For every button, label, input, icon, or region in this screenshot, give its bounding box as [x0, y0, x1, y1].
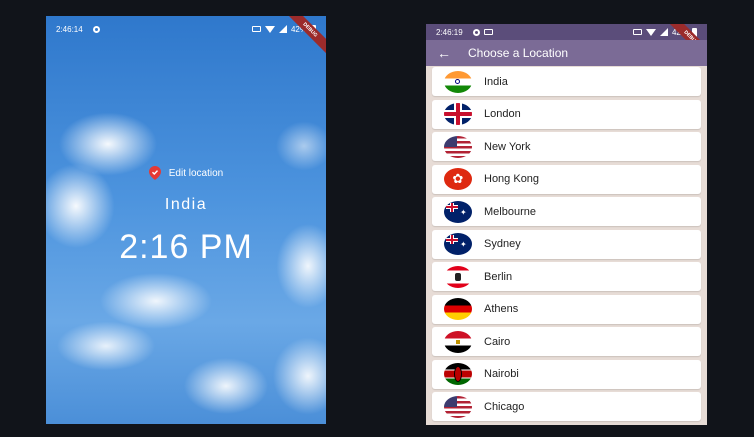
location-item-chicago[interactable]: Chicago [432, 392, 701, 421]
location-item-cairo[interactable]: Cairo [432, 327, 701, 356]
location-item-athens[interactable]: Athens [432, 294, 701, 324]
signal-icon [659, 28, 668, 36]
keyboard-icon [632, 29, 642, 35]
location-label: Melbourne [484, 205, 536, 218]
signal-icon [278, 25, 287, 33]
australia-flag-icon [444, 233, 472, 255]
arrow-back-icon: ← [437, 45, 451, 61]
us-flag-icon [444, 135, 472, 158]
hong-kong-flag-icon [444, 168, 472, 190]
status-bar: 2:46:19 42% [426, 24, 707, 40]
cast-icon [472, 28, 480, 36]
location-item-london[interactable]: London [432, 99, 701, 129]
edit-location-button[interactable]: Edit location [46, 166, 326, 180]
status-bar: 2:46:14 42% [46, 16, 326, 42]
location-item-hong-kong[interactable]: Hong Kong [432, 164, 701, 194]
status-time: 2:46:19 [436, 27, 463, 37]
berlin-flag-icon [444, 265, 472, 288]
location-label: Nairobi [484, 368, 519, 380]
home-screen: 2:46:14 42% DEBUG Edit location India 2:… [46, 16, 326, 424]
kenya-flag-icon [444, 363, 472, 385]
location-pin-icon [148, 166, 161, 180]
page-title: Choose a Location [468, 46, 569, 60]
location-item-berlin[interactable]: Berlin [432, 262, 701, 291]
location-label: New York [484, 140, 531, 153]
choose-location-screen: 2:46:19 42% DEBUG ← Choose a Location In… [426, 24, 707, 425]
location-label: Sydney [484, 238, 521, 250]
location-item-new-york[interactable]: New York [432, 132, 701, 161]
location-label: Athens [484, 303, 519, 315]
status-time: 2:46:14 [56, 24, 83, 34]
location-item-sydney[interactable]: Sydney [432, 229, 701, 259]
notification-icon [483, 29, 493, 35]
edit-location-label: Edit location [168, 167, 224, 179]
location-item-india[interactable]: India [432, 67, 701, 96]
app-bar: ← Choose a Location [426, 40, 707, 66]
location-label: India [484, 75, 508, 88]
back-button[interactable]: ← [426, 40, 462, 66]
location-name: India [164, 196, 208, 213]
location-label: Berlin [484, 270, 513, 283]
location-label: London [484, 108, 521, 120]
egypt-flag-icon [444, 330, 472, 353]
location-label: Hong Kong [484, 173, 540, 185]
greece-flag-icon [444, 298, 472, 320]
location-label: Chicago [484, 400, 525, 413]
uk-flag-icon [444, 103, 472, 125]
location-item-melbourne[interactable]: Melbourne [432, 197, 701, 226]
australia-flag-icon [444, 200, 472, 223]
clock-time: 2:16 PM [119, 228, 253, 266]
wifi-icon [645, 28, 656, 36]
location-list: India London New York Hong Kong Melbourn… [432, 67, 701, 425]
cast-icon [92, 25, 100, 33]
location-label: Cairo [484, 335, 511, 348]
us-flag-icon [444, 395, 472, 418]
india-flag-icon [444, 70, 472, 93]
keyboard-icon [251, 26, 261, 32]
location-item-nairobi[interactable]: Nairobi [432, 359, 701, 389]
wifi-icon [264, 25, 275, 33]
